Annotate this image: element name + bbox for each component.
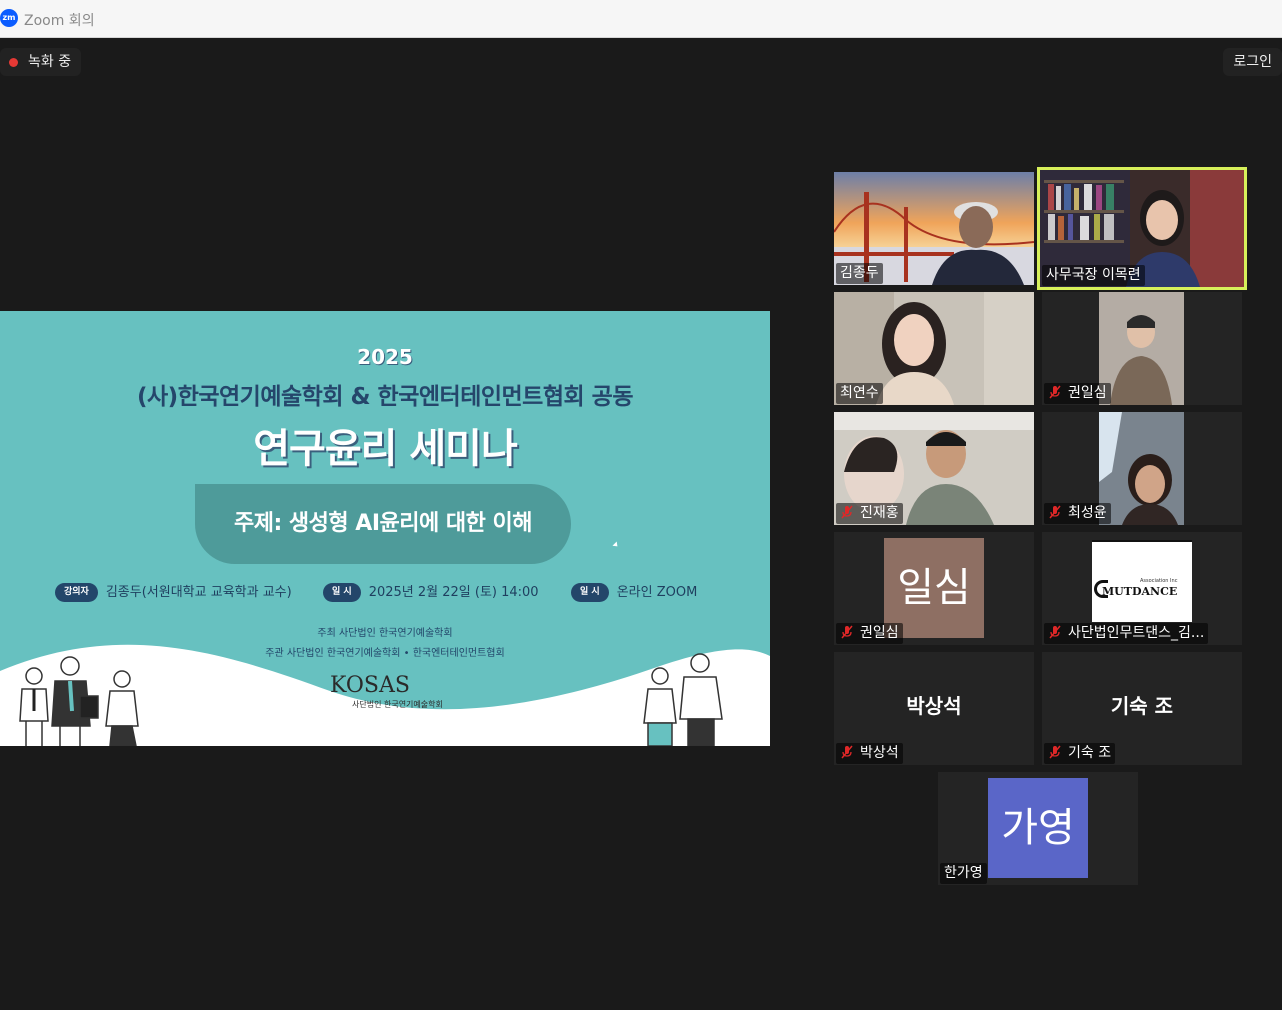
place-tag: 일 시 — [571, 583, 609, 602]
slide-speaker: 강의자 김종두(서원대학교 교육학과 교수) — [55, 583, 292, 603]
participant-name: 한가영 — [940, 863, 987, 884]
recording-label: 녹화 중 — [28, 54, 72, 70]
participant-tile[interactable]: Association Inc MUTDANCE 사단법인무트댄스_김... — [1042, 532, 1242, 645]
participant-name: 진재홍 — [836, 503, 903, 524]
slide-main-title: 연구윤리 세미나 — [253, 426, 518, 472]
record-dot-icon — [9, 58, 18, 67]
place-text: 온라인 ZOOM — [616, 585, 698, 600]
zoom-logo-icon: zm — [0, 9, 18, 27]
recording-indicator[interactable]: 녹화 중 — [0, 48, 82, 76]
participant-name: 권일심 — [1044, 383, 1111, 404]
slide-subtitle: (사)한국연기예술학회 & 한국엔터테인먼트협회 공동 — [137, 384, 633, 410]
participant-tile[interactable]: 권일심 — [1042, 292, 1242, 405]
participant-tile[interactable]: 기숙 조 기숙 조 — [1042, 652, 1242, 765]
kosas-logo: KOSAS — [330, 673, 410, 698]
slide-topic: 주제: 생성형 AI윤리에 대한 이해 — [195, 484, 571, 564]
window-title: Zoom 회의 — [24, 13, 95, 29]
participant-name: 기숙 조 — [1044, 743, 1116, 764]
slide-place: 일 시 온라인 ZOOM — [571, 583, 697, 603]
participant-name: 최성윤 — [1044, 503, 1111, 524]
participant-tile[interactable]: 최연수 — [834, 292, 1034, 405]
muted-mic-icon — [841, 505, 853, 519]
participant-display-name: 박상석 — [906, 694, 962, 718]
participant-tile[interactable]: 최성윤 — [1042, 412, 1242, 525]
window-titlebar: zm Zoom 회의 — [0, 0, 1282, 38]
muted-mic-icon — [841, 625, 853, 639]
mutdance-logo-sub: Association Inc — [1140, 578, 1178, 584]
mutdance-logo: Association Inc MUTDANCE — [1092, 540, 1192, 622]
participant-name: 권일심 — [836, 623, 903, 644]
participant-name: 사단법인무트댄스_김... — [1044, 623, 1209, 644]
kosas-logo-sub: 사단법인 한국연기예술학회 — [352, 700, 443, 709]
date-text: 2025년 2월 22일 (토) 14:00 — [368, 585, 539, 600]
mutdance-logo-text: MUTDANCE — [1102, 585, 1178, 598]
participant-display-name: 기숙 조 — [1110, 694, 1174, 718]
date-tag: 일 시 — [323, 583, 361, 602]
speaker-tag: 강의자 — [55, 583, 98, 602]
participant-tile[interactable]: 김종두 — [834, 172, 1034, 285]
participant-name: 김종두 — [836, 263, 883, 284]
login-button[interactable]: 로그인 — [1223, 48, 1282, 76]
slide-date: 일 시 2025년 2월 22일 (토) 14:00 — [323, 583, 539, 603]
shared-screen: 2025 (사)한국연기예술학회 & 한국엔터테인먼트협회 공동 연구윤리 세미… — [0, 311, 770, 746]
participant-name: 최연수 — [836, 383, 883, 404]
muted-mic-icon — [1049, 745, 1061, 759]
muted-mic-icon — [1049, 625, 1061, 639]
participant-tile-active[interactable]: 사무국장 이목련 — [1037, 167, 1247, 290]
muted-mic-icon — [1049, 385, 1061, 399]
participant-tile[interactable]: 가영 한가영 — [938, 772, 1138, 885]
slide-year: 2025 — [357, 345, 413, 369]
participant-tile[interactable]: 진재홍 — [834, 412, 1034, 525]
participant-tile[interactable]: 박상석 박상석 — [834, 652, 1034, 765]
participant-name: 사무국장 이목련 — [1042, 265, 1145, 286]
speaker-text: 김종두(서원대학교 교육학과 교수) — [105, 585, 292, 600]
muted-mic-icon — [841, 745, 853, 759]
muted-mic-icon — [1049, 505, 1061, 519]
participant-tile[interactable]: 일심 권일심 — [834, 532, 1034, 645]
participant-avatar: 가영 — [988, 778, 1088, 878]
participant-name: 박상석 — [836, 743, 903, 764]
